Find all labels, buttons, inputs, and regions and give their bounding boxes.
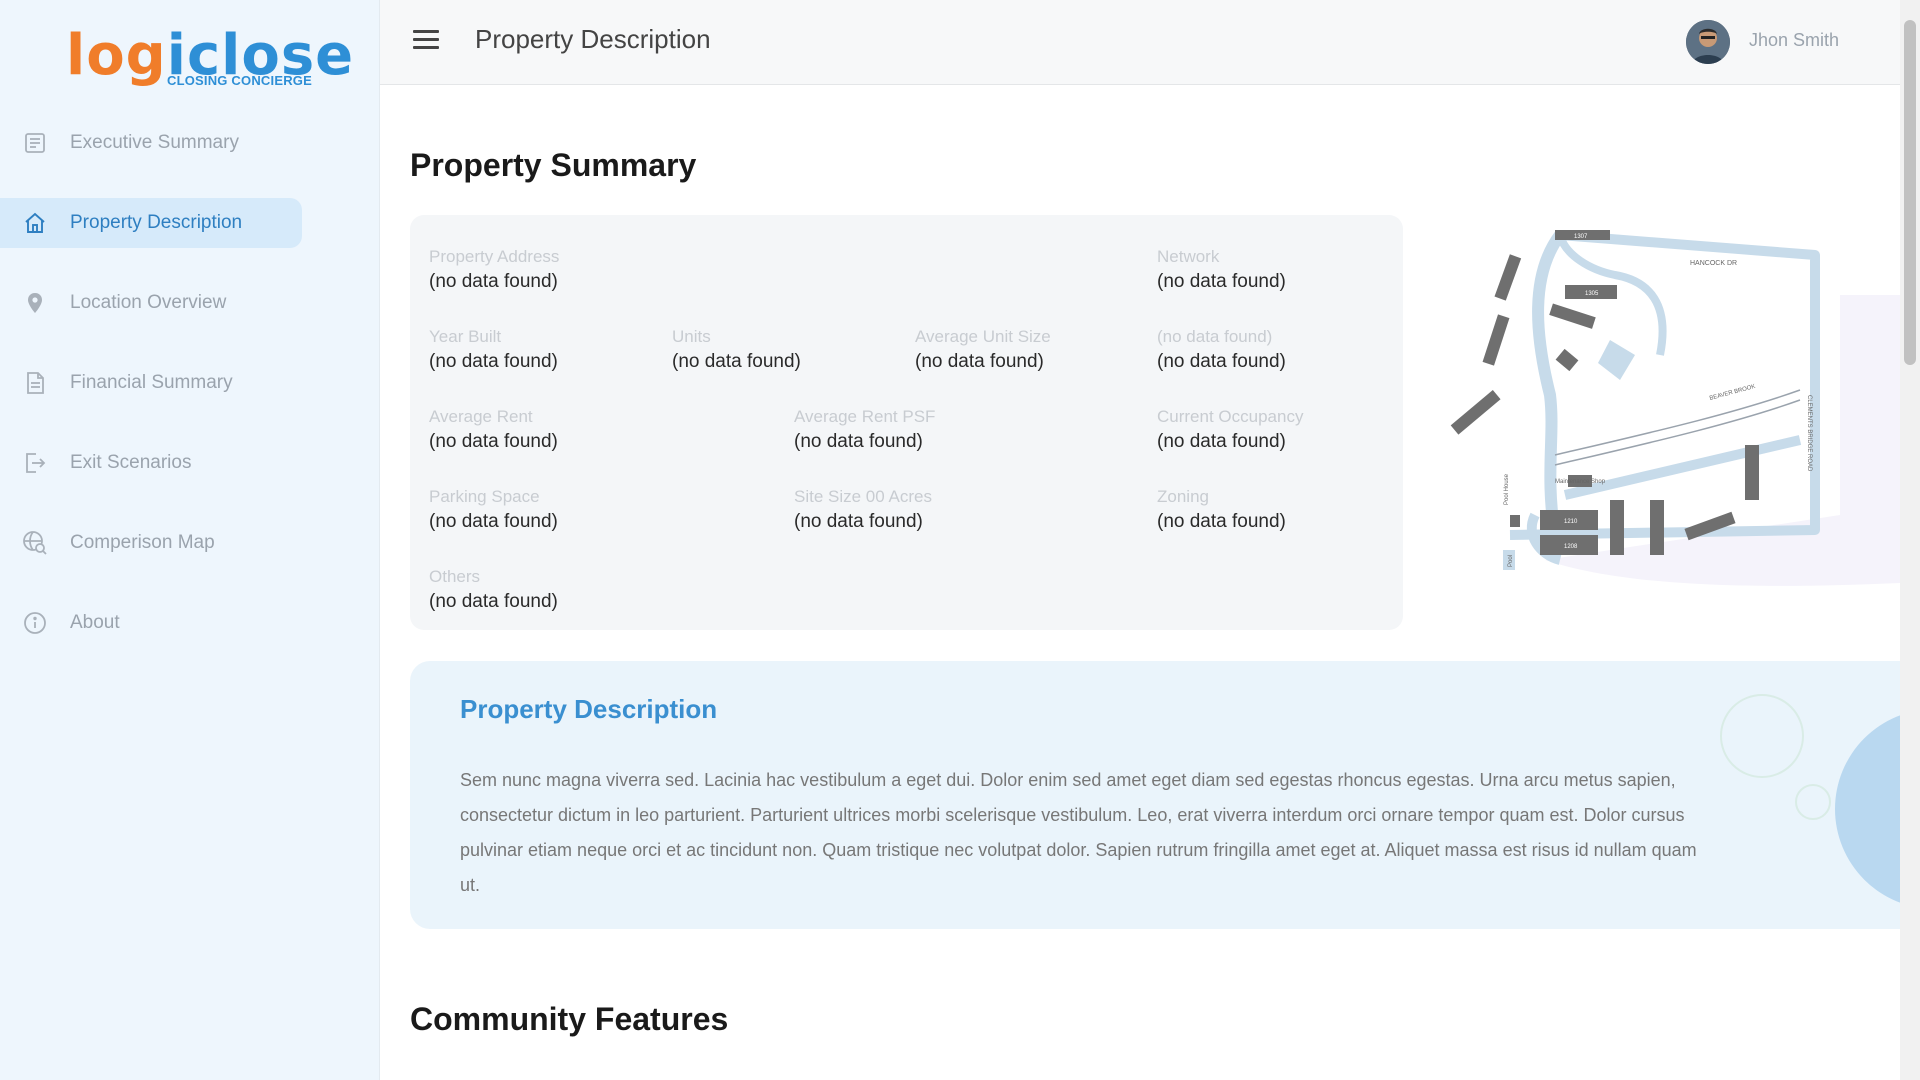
field-value: (no data found)	[429, 511, 558, 532]
sidebar-item-label: Location Overview	[70, 292, 227, 313]
logo[interactable]: logiclose CLOSING CONCIERGE	[66, 28, 353, 92]
sidebar-item-executive-summary[interactable]: Executive Summary	[0, 118, 380, 168]
field-value: (no data found)	[915, 351, 1044, 372]
field-parking-space: Parking Space (no data found)	[429, 487, 558, 533]
logo-tagline: CLOSING CONCIERGE	[167, 73, 312, 88]
avatar[interactable]	[1686, 20, 1730, 64]
property-summary-card: Property Address (no data found) Network…	[410, 215, 1403, 630]
property-description-heading: Property Description	[460, 694, 718, 724]
field-value: (no data found)	[429, 591, 558, 612]
sidebar: logiclose CLOSING CONCIERGE Executive Su…	[0, 0, 380, 1080]
field-label: Site Size 00 Acres	[794, 487, 932, 506]
page-title: Property Description	[475, 24, 711, 54]
field-label: Current Occupancy	[1157, 407, 1304, 426]
svg-text:1210: 1210	[1564, 519, 1578, 525]
field-value: (no data found)	[1157, 431, 1286, 452]
sidebar-item-label: Executive Summary	[70, 132, 239, 153]
field-label: Year Built	[429, 327, 502, 346]
field-units: Units (no data found)	[672, 327, 801, 373]
field-value: (no data found)	[429, 271, 558, 292]
globe-search-icon	[22, 530, 48, 556]
user-name[interactable]: Jhon Smith	[1749, 30, 1839, 51]
field-label: Average Rent	[429, 407, 533, 426]
field-value: (no data found)	[794, 511, 923, 532]
field-average-unit-size: Average Unit Size (no data found)	[915, 327, 1051, 373]
field-label: Property Address	[429, 247, 560, 266]
decorative-ring	[1720, 694, 1804, 778]
sidebar-item-label: Financial Summary	[70, 372, 233, 393]
field-value: (no data found)	[672, 351, 801, 372]
field-label: Parking Space	[429, 487, 540, 506]
field-label: (no data found)	[1157, 327, 1273, 346]
field-average-rent-psf: Average Rent PSF (no data found)	[794, 407, 935, 453]
field-label: Zoning	[1157, 487, 1209, 506]
site-plan-map: HANCOCK DR BEAVER BROOK Maintenance Shop…	[1440, 215, 1900, 595]
field-network: Network (no data found)	[1157, 247, 1286, 293]
page-scrollbar[interactable]	[1900, 0, 1920, 1080]
sidebar-item-comperison-map[interactable]: Comperison Map	[0, 518, 380, 568]
field-unlabeled: (no data found) (no data found)	[1157, 327, 1286, 373]
svg-text:Pool House: Pool House	[1504, 473, 1510, 505]
home-icon	[22, 210, 48, 236]
field-others: Others (no data found)	[429, 567, 558, 613]
sidebar-item-property-description[interactable]: Property Description	[0, 198, 302, 248]
sidebar-item-about[interactable]: About	[0, 598, 380, 648]
field-zoning: Zoning (no data found)	[1157, 487, 1286, 533]
field-year-built: Year Built (no data found)	[429, 327, 558, 373]
sidebar-item-financial-summary[interactable]: Financial Summary	[0, 358, 380, 408]
svg-text:1307: 1307	[1574, 234, 1588, 240]
field-value: (no data found)	[429, 351, 558, 372]
field-average-rent: Average Rent (no data found)	[429, 407, 558, 453]
sidebar-item-exit-scenarios[interactable]: Exit Scenarios	[0, 438, 380, 488]
svg-text:Pool: Pool	[1508, 555, 1514, 567]
svg-text:CLEMENTS BRIDGE ROAD: CLEMENTS BRIDGE ROAD	[1806, 395, 1812, 472]
property-description-card: Property Description Sem nunc magna vive…	[410, 661, 1900, 929]
sidebar-item-label: Comperison Map	[70, 532, 215, 553]
field-label: Average Unit Size	[915, 327, 1051, 346]
field-value: (no data found)	[1157, 351, 1286, 372]
property-summary-heading: Property Summary	[410, 147, 697, 183]
field-label: Network	[1157, 247, 1220, 266]
svg-text:HANCOCK DR: HANCOCK DR	[1690, 260, 1737, 267]
top-bar: Property Description Jhon Smith	[380, 0, 1900, 85]
community-features-heading: Community Features	[410, 1001, 729, 1037]
field-value: (no data found)	[794, 431, 923, 452]
field-value: (no data found)	[1157, 511, 1286, 532]
sidebar-nav: Executive Summary Property Description L…	[0, 118, 380, 678]
sidebar-item-label: Exit Scenarios	[70, 452, 192, 473]
svg-text:1208: 1208	[1564, 544, 1578, 550]
menu-icon[interactable]	[413, 30, 439, 52]
field-value: (no data found)	[1157, 271, 1286, 292]
field-current-occupancy: Current Occupancy (no data found)	[1157, 407, 1303, 453]
decorative-circle	[1835, 709, 1900, 909]
property-description-text: Sem nunc magna viverra sed. Lacinia hac …	[460, 770, 1697, 895]
document-lines-icon	[22, 130, 48, 156]
field-label: Average Rent PSF	[794, 407, 936, 426]
field-label: Others	[429, 567, 481, 586]
scrollbar-thumb[interactable]	[1904, 20, 1916, 365]
exit-icon	[22, 450, 48, 476]
decorative-ring	[1795, 784, 1831, 820]
sidebar-item-label: Property Description	[70, 212, 243, 233]
info-icon	[22, 610, 48, 636]
svg-text:1305: 1305	[1585, 291, 1599, 297]
svg-text:BEAVER BROOK: BEAVER BROOK	[1709, 384, 1756, 402]
field-site-size: Site Size 00 Acres (no data found)	[794, 487, 932, 533]
sidebar-item-label: About	[70, 612, 120, 633]
field-property-address: Property Address (no data found)	[429, 247, 559, 293]
sidebar-item-location-overview[interactable]: Location Overview	[0, 278, 380, 328]
map-pin-icon	[22, 290, 48, 316]
field-label: Units	[672, 327, 711, 346]
field-value: (no data found)	[429, 431, 558, 452]
svg-text:Maintenance Shop: Maintenance Shop	[1555, 479, 1606, 485]
document-list-icon	[22, 370, 48, 396]
